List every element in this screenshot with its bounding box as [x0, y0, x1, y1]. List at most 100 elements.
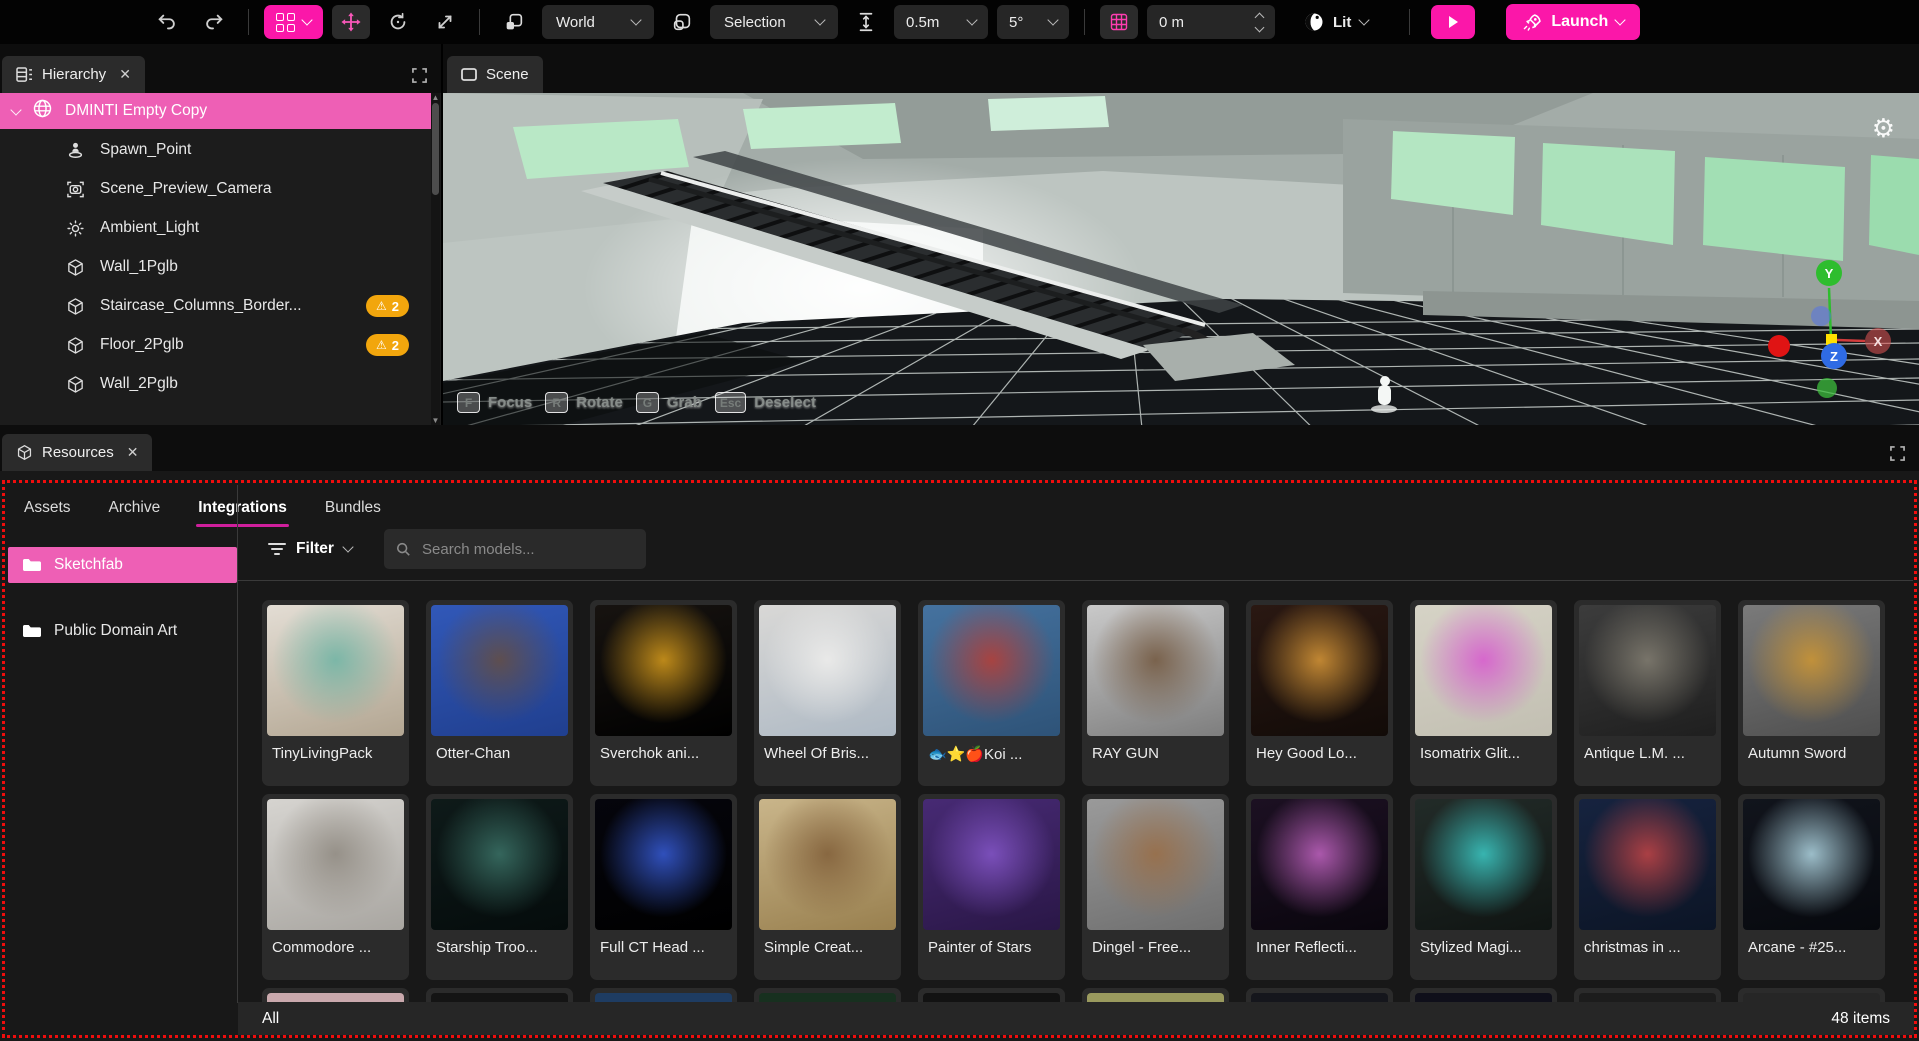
model-card[interactable]: Stylized Magi...	[1410, 794, 1557, 980]
model-card-partial[interactable]	[1410, 988, 1557, 1003]
model-card[interactable]: 🐟⭐🍎Koi ...	[918, 600, 1065, 786]
chevron-down-icon	[814, 14, 825, 25]
model-card[interactable]: RAY GUN	[1082, 600, 1229, 786]
model-card[interactable]: Otter-Chan	[426, 600, 573, 786]
model-card[interactable]: christmas in ...	[1574, 794, 1721, 980]
expand-icon[interactable]	[1890, 446, 1905, 461]
scale-tool-button[interactable]	[426, 5, 464, 39]
sidebar-folder-item[interactable]: Sketchfab	[8, 547, 237, 583]
scroll-up-icon[interactable]: ▲	[431, 93, 440, 102]
model-card[interactable]: Antique L.M. ...	[1574, 600, 1721, 786]
undo-button[interactable]	[148, 5, 186, 39]
move-tool-button[interactable]	[332, 5, 370, 39]
model-card-partial[interactable]	[426, 988, 573, 1003]
resources-tab-bundles[interactable]: Bundles	[323, 493, 383, 523]
tab-resources[interactable]: Resources ✕	[2, 434, 152, 471]
pivot-dropdown[interactable]: Selection	[710, 5, 838, 39]
model-card[interactable]: Commodore ...	[262, 794, 409, 980]
close-icon[interactable]: ✕	[119, 66, 131, 83]
model-thumbnail	[267, 605, 404, 736]
bounds-button[interactable]	[663, 5, 701, 39]
resources-tab-assets[interactable]: Assets	[22, 493, 73, 523]
model-card-partial[interactable]	[590, 988, 737, 1003]
model-thumbnail	[595, 799, 732, 930]
undo-icon	[156, 11, 178, 33]
launch-button[interactable]: Launch	[1506, 4, 1640, 40]
model-card-partial[interactable]	[1574, 988, 1721, 1003]
viewport-settings-gear-icon[interactable]: ⚙	[1872, 115, 1895, 141]
axis-gizmo[interactable]: Y X Z	[1759, 248, 1909, 398]
tree-item-label: Ambient_Light	[100, 219, 199, 237]
height-snap-toggle[interactable]	[847, 5, 885, 39]
model-card[interactable]: Inner Reflecti...	[1246, 794, 1393, 980]
tree-item[interactable]: Spawn_Point	[0, 132, 431, 168]
filter-button[interactable]: Filter	[262, 539, 358, 559]
model-card[interactable]: Simple Creat...	[754, 794, 901, 980]
expand-icon[interactable]	[412, 68, 427, 83]
model-card[interactable]: Hey Good Lo...	[1246, 600, 1393, 786]
tab-hierarchy[interactable]: Hierarchy ✕	[2, 56, 145, 93]
hint-label: Rotate	[576, 394, 623, 411]
stepper-arrows[interactable]	[1256, 14, 1263, 31]
tree-item[interactable]: Floor_2Pglb ⚠2	[0, 327, 431, 363]
tree-item[interactable]: Staircase_Columns_Border... ⚠2	[0, 288, 431, 324]
tree-item[interactable]: Wall_1Pglb	[0, 249, 431, 285]
gizmo-x-neg[interactable]	[1768, 335, 1790, 357]
model-card-partial[interactable]	[1246, 988, 1393, 1003]
warning-badge[interactable]: ⚠2	[366, 295, 409, 317]
search-input[interactable]	[420, 540, 634, 559]
render-mode-dropdown[interactable]: Lit	[1298, 11, 1374, 33]
viewport-3d[interactable]: ⚙ Y X Z F Focus	[443, 93, 1919, 425]
model-thumbnail	[1415, 605, 1552, 736]
model-card[interactable]: Wheel Of Bris...	[754, 600, 901, 786]
model-card[interactable]: Arcane - #25...	[1738, 794, 1885, 980]
model-card[interactable]: Sverchok ani...	[590, 600, 737, 786]
redo-button[interactable]	[195, 5, 233, 39]
model-thumbnail	[1743, 605, 1880, 736]
model-thumbnail	[595, 605, 732, 736]
duplicate-button[interactable]	[495, 5, 533, 39]
rotate-tool-button[interactable]	[379, 5, 417, 39]
layout-tool-button[interactable]	[264, 5, 323, 39]
tree-item[interactable]: Wall_2Pglb	[0, 366, 431, 402]
chevron-down-icon[interactable]	[10, 104, 21, 115]
mesh-icon	[64, 297, 86, 316]
model-card-partial[interactable]	[262, 988, 409, 1003]
warning-badge[interactable]: ⚠2	[366, 334, 409, 356]
model-card[interactable]: Dingel - Free...	[1082, 794, 1229, 980]
search-box[interactable]	[384, 529, 646, 569]
filter-label: Filter	[296, 540, 334, 558]
tree-item-root[interactable]: DMINTI Empty Copy	[0, 93, 431, 129]
close-icon[interactable]: ✕	[127, 444, 139, 461]
grid-toggle-button[interactable]	[1100, 5, 1138, 39]
gizmo-y-neg[interactable]	[1817, 378, 1837, 398]
sidebar-folder-item[interactable]: Public Domain Art	[8, 613, 237, 649]
resources-tab-integrations[interactable]: Integrations	[196, 493, 289, 523]
tab-scene[interactable]: Scene	[447, 56, 543, 93]
height-value-stepper[interactable]: 0 m	[1147, 5, 1275, 39]
grid-snap-dropdown[interactable]: 0.5m	[894, 5, 988, 39]
resources-tab-archive[interactable]: Archive	[107, 493, 163, 523]
tree-item[interactable]: Ambient_Light	[0, 210, 431, 246]
hierarchy-scrollbar[interactable]: ▲ ▼	[431, 93, 440, 425]
tree-item[interactable]: Scene_Preview_Camera	[0, 171, 431, 207]
scroll-down-icon[interactable]: ▼	[431, 416, 440, 425]
model-card[interactable]: Full CT Head ...	[590, 794, 737, 980]
play-button[interactable]	[1431, 5, 1475, 39]
gizmo-z-neg[interactable]	[1811, 306, 1831, 326]
scrollbar-thumb[interactable]	[432, 103, 439, 195]
model-card[interactable]: Painter of Stars	[918, 794, 1065, 980]
cube-icon	[16, 444, 33, 461]
model-card[interactable]: Autumn Sword	[1738, 600, 1885, 786]
model-card-partial[interactable]	[918, 988, 1065, 1003]
space-mode-dropdown[interactable]: World	[542, 5, 654, 39]
model-card-partial[interactable]	[1738, 988, 1885, 1003]
model-card-partial[interactable]	[754, 988, 901, 1003]
angle-snap-dropdown[interactable]: 5°	[997, 5, 1069, 39]
model-card[interactable]: TinyLivingPack	[262, 600, 409, 786]
chevron-down-icon	[1359, 14, 1370, 25]
model-card[interactable]: Isomatrix Glit...	[1410, 600, 1557, 786]
model-thumbnail	[759, 799, 896, 930]
model-card[interactable]: Starship Troo...	[426, 794, 573, 980]
model-card-partial[interactable]	[1082, 988, 1229, 1003]
